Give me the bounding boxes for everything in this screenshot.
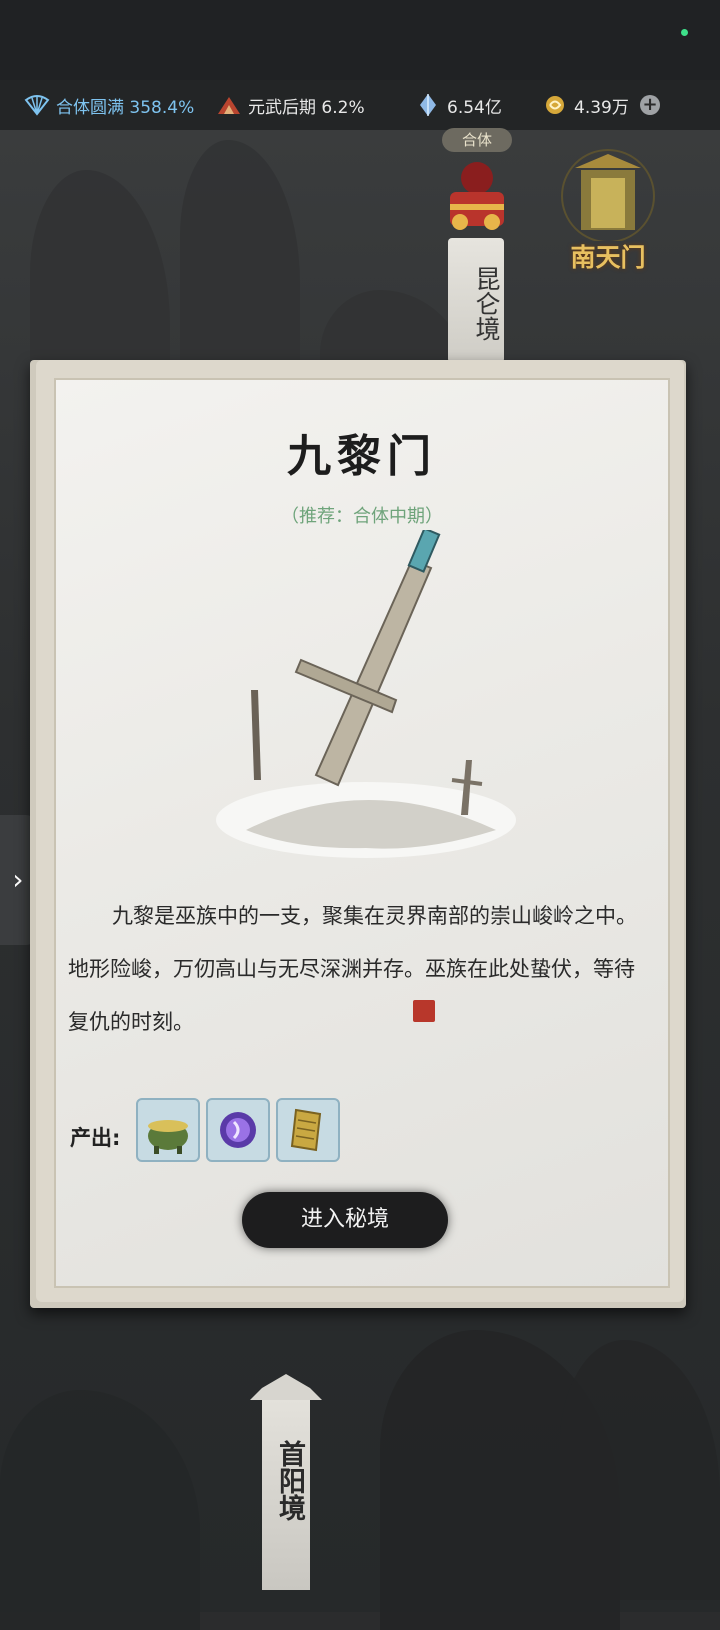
output-item-cauldron[interactable]: [136, 1098, 200, 1162]
dungeon-description: 九黎是巫族中的一支，聚集在灵界南部的崇山峻岭之中。地形险峻，万仞高山与无尽深渊并…: [68, 904, 637, 1034]
mountain-silhouette: [0, 1390, 200, 1630]
output-item-orb[interactable]: [206, 1098, 270, 1162]
mountain-silhouette: [560, 1340, 720, 1600]
chevron-right-icon: ›: [12, 863, 24, 896]
upper-realm-stele[interactable]: 昆仑境: [448, 238, 504, 363]
top-decoration: [0, 0, 720, 80]
status-indicator: [681, 29, 688, 36]
realm-level-stat[interactable]: 合体圆满 358.4%: [24, 93, 195, 118]
card-paper: 九黎门 （推荐：合体中期） 九黎是巫族中的一支，聚集在灵界南部的崇山峻岭之中。地…: [54, 378, 670, 1288]
gem-count: 6.54亿: [447, 97, 502, 118]
lower-realm-label: 首阳境: [274, 1439, 305, 1521]
gem-stat[interactable]: 6.54亿: [415, 93, 502, 118]
current-realm-tag: 合体: [442, 128, 512, 152]
wu-level-stat[interactable]: 元武后期 6.2%: [216, 93, 365, 118]
resource-bar: 合体圆满 358.4% 元武后期 6.2% 6.54亿 4.39万: [0, 80, 720, 130]
coin-stat[interactable]: 4.39万: [542, 93, 629, 118]
upper-realm-label: 昆仑境: [472, 265, 501, 341]
gate-label: 南天门: [570, 243, 646, 272]
wu-level-text: 元武后期 6.2%: [248, 97, 365, 118]
coin-count: 4.39万: [574, 97, 629, 118]
seal-stamp-icon: [413, 1000, 435, 1022]
recommend-text: （推荐：合体中期）: [281, 506, 443, 527]
mountain-flame-icon: [216, 93, 242, 117]
coin-icon: [542, 93, 568, 117]
purple-orb-icon: [220, 1112, 256, 1148]
output-label: 产出:: [70, 1126, 121, 1150]
enter-dungeon-button[interactable]: 进入秘境: [242, 1192, 448, 1248]
add-currency-button[interactable]: +: [640, 95, 660, 115]
dungeon-title: 九黎门: [287, 431, 437, 482]
output-item-scroll[interactable]: [276, 1098, 340, 1162]
cauldron-icon: [148, 1120, 188, 1154]
golden-scroll-icon: [290, 1108, 322, 1152]
fan-icon: [24, 93, 50, 117]
mountain-silhouette: [180, 140, 300, 380]
broken-sword-illustration: [206, 527, 526, 870]
dungeon-card: 九黎门 （推荐：合体中期） 九黎是巫族中的一支，聚集在灵界南部的崇山峻岭之中。地…: [36, 360, 684, 1302]
lower-realm-stele[interactable]: 首阳境: [250, 1370, 322, 1590]
realm-level-text: 合体圆满 358.4%: [56, 97, 195, 118]
treasure-chest-icon[interactable]: [440, 156, 514, 236]
spirit-crystal-icon: [415, 93, 441, 117]
